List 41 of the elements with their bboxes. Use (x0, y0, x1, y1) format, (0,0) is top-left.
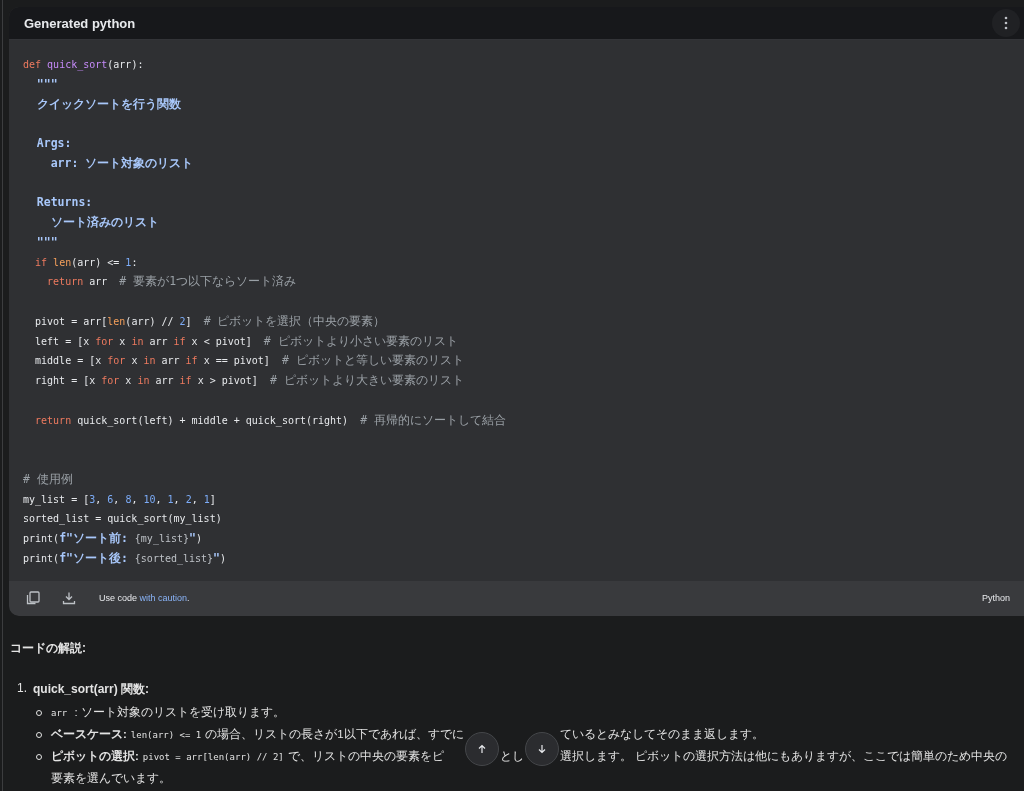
code-title: Generated python (24, 15, 136, 31)
code-line: pivot = arr[len(arr) // 2] # ピボットを選択（中央の要素） (34, 312, 387, 330)
code-line: my_list = [3, 6, 8, 10, 1, 2, 1] (23, 492, 217, 508)
list-item-text: arr : ソート対象のリストを受け取ります。 (51, 705, 285, 718)
code-line: クイックソートを行う関数 (35, 95, 182, 113)
caution-note: Use code with caution. (99, 593, 191, 603)
code-line: left = [x for x in arr if x < pivot] # ピボットより小さい要素のリスト (34, 332, 459, 350)
list-item-text: ピボットの選択: pivot = arr[len(arr) // 2] で、リストの中央の要素をピ (51, 749, 444, 762)
section-heading: コードの解説: (10, 639, 87, 657)
list-item-text: 要素を選んでいます。 (51, 771, 171, 784)
item-title: quick_sort(arr) 関数: (33, 680, 150, 698)
list-item-text: ベースケース: len(arr) <= 1 の場合、リストの長さが1以下であれば、すでに (51, 727, 464, 740)
code-line: def quick_sort(arr): (23, 58, 145, 73)
code-line: Args: (35, 135, 73, 152)
code-line: # 使用例 (23, 470, 74, 488)
list-number: 1. (17, 680, 27, 697)
code-line: if len(arr) <= 1: (34, 255, 139, 270)
code-line: sorted_list = quick_sort(my_list) (23, 512, 223, 527)
more-options-button[interactable] (992, 9, 1020, 37)
code-line: """ (35, 233, 59, 251)
code-line: right = [x for x in arr if x > pivot] # ピボットより大きい要素のリスト (34, 372, 465, 389)
copy-icon (26, 591, 40, 605)
code-line: return quick_sort(left) + middle + quick_sort(right) # 再帰的にソートして結合 (34, 411, 507, 429)
code-line: arr: ソート対象のリスト (49, 154, 195, 172)
code-line: print(f"ソート前: {my_list}") (23, 530, 203, 547)
code-line: """ (35, 75, 59, 93)
scroll-up-button[interactable] (464, 731, 499, 766)
arrow-up-icon (476, 743, 487, 754)
code-line: print(f"ソート後: {sorted_list}") (23, 549, 228, 567)
more-options-icon (1004, 16, 1008, 30)
scroll-down-button[interactable] (524, 731, 559, 766)
code-line: middle = [x for x in arr if x == pivot] # ピボットと等しい要素のリスト (34, 352, 465, 370)
code-line: return arr # 要素が1つ以下ならソート済み (46, 273, 298, 291)
list-item-text: ているとみなしてそのまま返します。 (559, 727, 764, 740)
arrow-down-icon (536, 743, 547, 754)
list-item-text: 選択します。 ピボットの選択方法は他にもありますが、ここでは簡単のため中央の (559, 749, 1007, 762)
download-icon (62, 591, 76, 605)
code-line: ソート済みのリスト (49, 214, 160, 231)
list-item-text: とし (499, 749, 524, 762)
language-label: Python (981, 593, 1010, 603)
code-line: Returns: (35, 194, 94, 212)
